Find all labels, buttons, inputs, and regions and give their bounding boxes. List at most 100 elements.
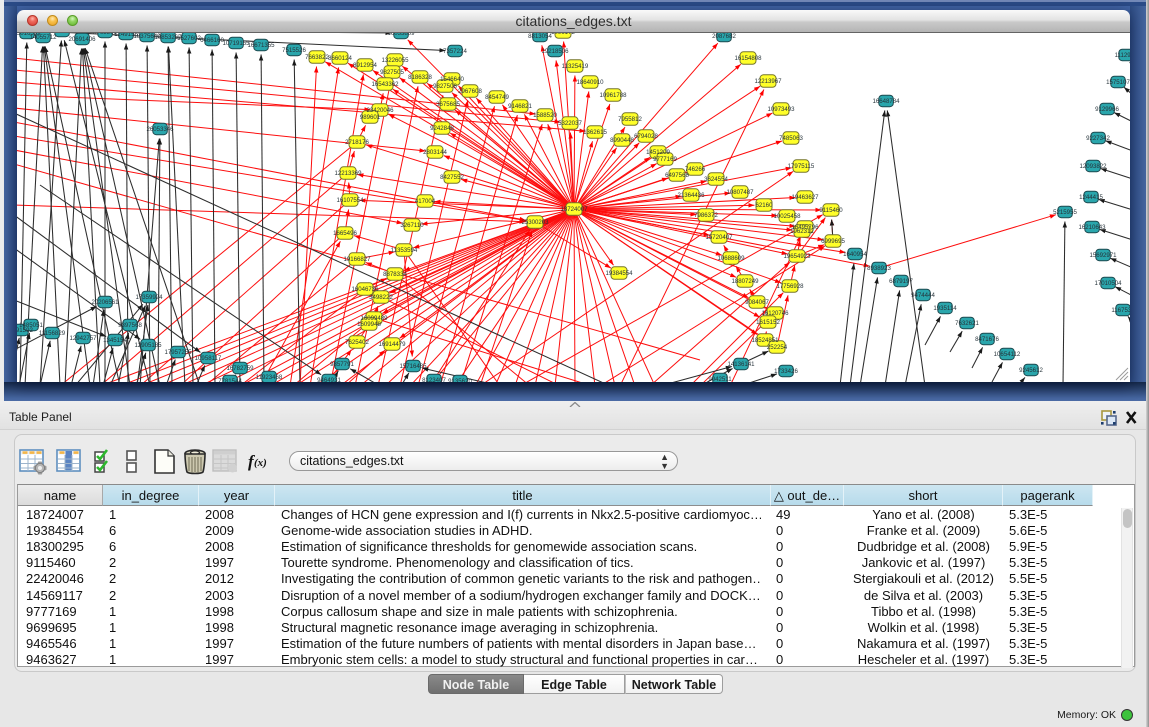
svg-text:9135620: 9135620 <box>448 378 472 382</box>
svg-text:7625402: 7625402 <box>345 339 369 346</box>
svg-text:3624554: 3624554 <box>704 176 728 183</box>
svg-text:19384554: 19384554 <box>605 270 633 277</box>
svg-text:16046736: 16046736 <box>351 286 379 293</box>
svg-text:10958117: 10958117 <box>195 355 222 362</box>
svg-text:9129966: 9129966 <box>1095 106 1119 113</box>
svg-text:3675685: 3675685 <box>436 101 460 108</box>
svg-text:16671355: 16671355 <box>247 42 275 49</box>
svg-text:18524851: 18524851 <box>751 337 779 344</box>
svg-text:9474444: 9474444 <box>911 292 935 299</box>
svg-text:14055712: 14055712 <box>29 34 57 41</box>
svg-text:8454749: 8454749 <box>485 94 509 101</box>
svg-text:252254: 252254 <box>767 344 788 351</box>
svg-text:17010504: 17010504 <box>1094 280 1122 287</box>
svg-text:23420046: 23420046 <box>366 107 394 114</box>
svg-text:10719155: 10719155 <box>222 40 250 47</box>
svg-text:9827508: 9827508 <box>433 83 457 90</box>
svg-text:12905185: 12905185 <box>134 342 162 349</box>
svg-text:7955812: 7955812 <box>618 116 642 123</box>
svg-text:17975115: 17975115 <box>788 163 815 170</box>
svg-text:20691406: 20691406 <box>68 36 96 43</box>
svg-text:1640954: 1640954 <box>843 251 867 258</box>
svg-text:5215955: 5215955 <box>1053 209 1077 216</box>
svg-text:9777169: 9777169 <box>653 156 677 163</box>
svg-text:8912954: 8912954 <box>353 62 377 69</box>
svg-text:14136141: 14136141 <box>727 361 755 368</box>
svg-text:10025458: 10025458 <box>773 213 801 220</box>
svg-text:2718176: 2718176 <box>345 139 369 146</box>
svg-text:1546640: 1546640 <box>440 76 464 83</box>
svg-text:8878334: 8878334 <box>383 271 407 278</box>
svg-text:3498222: 3498222 <box>369 294 393 301</box>
svg-text:989601: 989601 <box>360 114 381 121</box>
svg-text:16107554: 16107554 <box>336 197 364 204</box>
svg-text:17359924: 17359924 <box>135 294 163 301</box>
svg-text:21364436: 21364436 <box>677 192 705 199</box>
svg-text:746266: 746266 <box>685 166 706 173</box>
svg-text:9084067: 9084067 <box>745 299 769 306</box>
svg-text:9242848: 9242848 <box>430 125 454 132</box>
svg-text:8813054: 8813054 <box>528 33 552 40</box>
svg-text:6999695: 6999695 <box>821 238 845 245</box>
svg-text:9827505: 9827505 <box>380 69 404 76</box>
svg-text:11325419: 11325419 <box>562 63 589 70</box>
svg-text:9464931: 9464931 <box>317 377 341 382</box>
svg-text:19463627: 19463627 <box>791 194 819 201</box>
svg-text:12942757: 12942757 <box>69 335 97 342</box>
svg-text:6879197: 6879197 <box>889 278 913 285</box>
svg-text:16033809: 16033809 <box>387 33 415 37</box>
svg-text:7357224: 7357224 <box>443 48 467 55</box>
svg-text:10654112: 10654112 <box>994 351 1021 358</box>
svg-text:8938923: 8938923 <box>867 265 891 272</box>
svg-text:1962312: 1962312 <box>790 228 814 235</box>
svg-text:13226055: 13226055 <box>381 57 409 64</box>
svg-text:1665496: 1665496 <box>333 230 357 237</box>
svg-text:18807249: 18807249 <box>731 278 759 285</box>
svg-text:10973493: 10973493 <box>767 106 795 113</box>
svg-text:9245612: 9245612 <box>1019 367 1043 374</box>
svg-text:2087682: 2087682 <box>712 33 736 40</box>
svg-text:15716485: 15716485 <box>399 363 427 370</box>
svg-text:8660124: 8660124 <box>328 55 352 62</box>
svg-text:3267110: 3267110 <box>400 222 424 229</box>
svg-text:8427552: 8427552 <box>440 174 464 181</box>
svg-text:1527602: 1527602 <box>177 35 201 42</box>
svg-text:1244415: 1244415 <box>1079 194 1103 201</box>
svg-text:17756928: 17756928 <box>776 283 804 290</box>
svg-text:7515526: 7515526 <box>282 47 306 54</box>
svg-text:18724007: 18724007 <box>560 206 588 213</box>
svg-text:8471676: 8471676 <box>975 336 999 343</box>
svg-text:8186328: 8186328 <box>408 74 432 81</box>
svg-text:11923468: 11923468 <box>256 374 283 381</box>
svg-text:1451209: 1451209 <box>646 149 670 156</box>
svg-text:1362615: 1362615 <box>583 129 607 136</box>
svg-text:9115460: 9115460 <box>819 207 843 214</box>
svg-text:1575107: 1575107 <box>1106 79 1130 86</box>
svg-text:6466160: 6466160 <box>200 37 224 44</box>
svg-text:16210643: 16210643 <box>1078 224 1106 231</box>
svg-text:2803144: 2803144 <box>423 149 447 156</box>
svg-text:9397568: 9397568 <box>118 322 142 329</box>
svg-text:5322037: 5322037 <box>558 120 582 127</box>
svg-text:8123407: 8123407 <box>422 377 446 382</box>
svg-text:2967608: 2967608 <box>458 88 482 95</box>
svg-text:1615152: 1615152 <box>756 319 780 326</box>
svg-text:9857791: 9857791 <box>330 361 354 368</box>
svg-text:8990448: 8990448 <box>610 137 634 144</box>
svg-text:9146821: 9146821 <box>508 103 532 110</box>
svg-text:9862224: 9862224 <box>50 33 74 35</box>
svg-text:1167534: 1167534 <box>1111 307 1130 314</box>
svg-text:1112904: 1112904 <box>1115 52 1130 59</box>
svg-text:19654923: 19654923 <box>783 253 811 260</box>
svg-text:10961788: 10961788 <box>599 92 627 99</box>
svg-text:7663822: 7663822 <box>305 54 329 61</box>
svg-text:19166827: 19166827 <box>343 256 371 263</box>
svg-text:7632621: 7632621 <box>955 320 979 327</box>
svg-text:16543362: 16543362 <box>371 81 399 88</box>
svg-text:9042511: 9042511 <box>708 376 732 382</box>
svg-text:17957255: 17957255 <box>164 349 192 356</box>
svg-text:1733426: 1733426 <box>774 368 798 375</box>
svg-text:11353594: 11353594 <box>391 247 418 254</box>
svg-text:1345154: 1345154 <box>103 337 127 344</box>
svg-text:9227342: 9227342 <box>1086 135 1110 142</box>
